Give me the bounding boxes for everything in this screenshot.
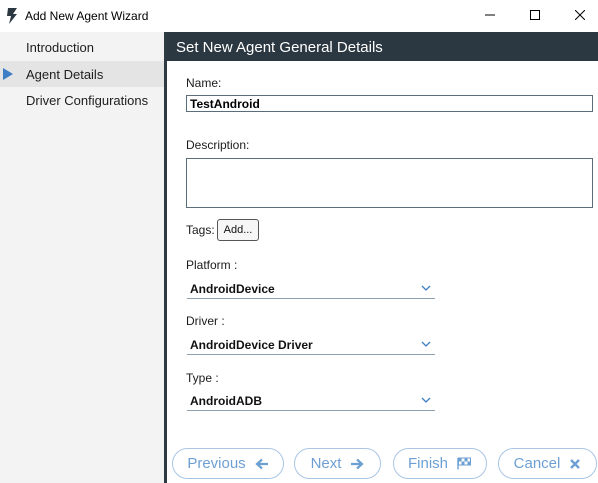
title-bar: Add New Agent Wizard <box>0 0 598 32</box>
driver-select[interactable]: AndroidDevice Driver <box>187 333 435 355</box>
name-label: Name: <box>186 76 222 90</box>
sidebar-item-label: Introduction <box>26 40 94 55</box>
next-button[interactable]: Next <box>294 448 381 479</box>
type-select[interactable]: AndroidADB <box>187 389 435 411</box>
arrow-left-icon <box>255 458 269 470</box>
type-value: AndroidADB <box>190 394 262 408</box>
current-step-arrow-icon <box>3 68 13 80</box>
previous-button[interactable]: Previous <box>172 448 284 479</box>
maximize-icon <box>530 7 540 25</box>
cancel-button[interactable]: Cancel <box>498 448 597 479</box>
name-field[interactable] <box>186 95 593 112</box>
tags-label: Tags: <box>186 223 215 237</box>
chevron-down-icon <box>420 337 432 349</box>
cancel-x-icon <box>569 458 581 470</box>
finish-button[interactable]: Finish <box>393 448 487 479</box>
sidebar-item-agent-details[interactable]: Agent Details <box>0 61 164 87</box>
close-icon <box>574 7 586 25</box>
driver-value: AndroidDevice Driver <box>190 338 313 352</box>
cancel-button-label: Cancel <box>513 455 561 472</box>
panel-header: Set New Agent General Details <box>167 32 598 61</box>
description-field[interactable] <box>186 158 593 208</box>
chevron-down-icon <box>420 393 432 405</box>
wizard-steps-sidebar: Introduction Agent Details Driver Config… <box>0 32 164 483</box>
page-title: Set New Agent General Details <box>176 39 383 56</box>
add-tag-button[interactable]: Add... <box>217 219 259 241</box>
minimize-icon <box>485 7 495 25</box>
sidebar-item-driver-configurations[interactable]: Driver Configurations <box>0 87 164 113</box>
platform-value: AndroidDevice <box>190 282 275 296</box>
minimize-button[interactable] <box>467 0 513 32</box>
finish-button-label: Finish <box>407 455 448 472</box>
chevron-down-icon <box>420 281 432 293</box>
platform-label: Platform : <box>186 258 238 272</box>
main-panel: Set New Agent General Details Name: Desc… <box>167 32 598 483</box>
lightning-bolt-icon <box>6 8 18 24</box>
close-button[interactable] <box>557 0 598 32</box>
sidebar-item-label: Agent Details <box>26 67 104 82</box>
window-title: Add New Agent Wizard <box>25 9 149 23</box>
platform-select[interactable]: AndroidDevice <box>187 277 435 299</box>
arrow-right-icon <box>350 458 365 470</box>
type-label: Type : <box>186 371 219 385</box>
sidebar-item-introduction[interactable]: Introduction <box>0 34 164 60</box>
previous-button-label: Previous <box>187 455 246 472</box>
sidebar-item-label: Driver Configurations <box>26 93 149 108</box>
driver-label: Driver : <box>186 314 225 328</box>
description-label: Description: <box>186 138 250 152</box>
checkered-flag-icon <box>457 457 472 470</box>
maximize-button[interactable] <box>512 0 558 32</box>
next-button-label: Next <box>310 455 342 472</box>
